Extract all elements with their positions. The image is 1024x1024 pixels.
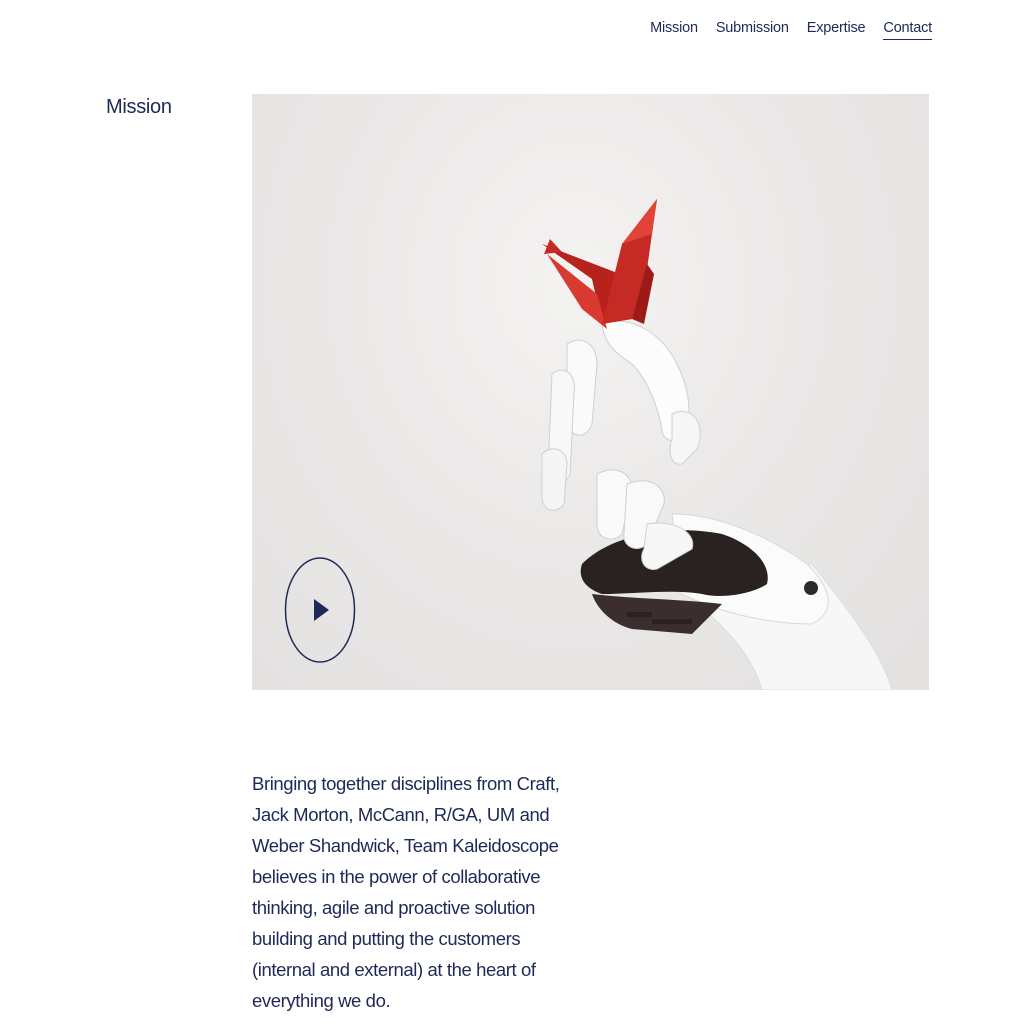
play-icon bbox=[284, 557, 356, 663]
nav-contact-link[interactable]: Contact bbox=[883, 20, 932, 40]
nav-expertise-link[interactable]: Expertise bbox=[807, 20, 866, 40]
section-title: Mission bbox=[106, 96, 172, 118]
hero-video[interactable] bbox=[252, 94, 929, 690]
top-nav: Mission Submission Expertise Contact bbox=[650, 20, 932, 40]
page: Mission Submission Expertise Contact Mis… bbox=[0, 0, 1024, 1024]
nav-mission-link[interactable]: Mission bbox=[650, 20, 698, 40]
mission-statement: Bringing together disciplines from Craft… bbox=[252, 773, 560, 1011]
nav-submission-link[interactable]: Submission bbox=[716, 20, 789, 40]
play-button[interactable] bbox=[284, 557, 356, 663]
